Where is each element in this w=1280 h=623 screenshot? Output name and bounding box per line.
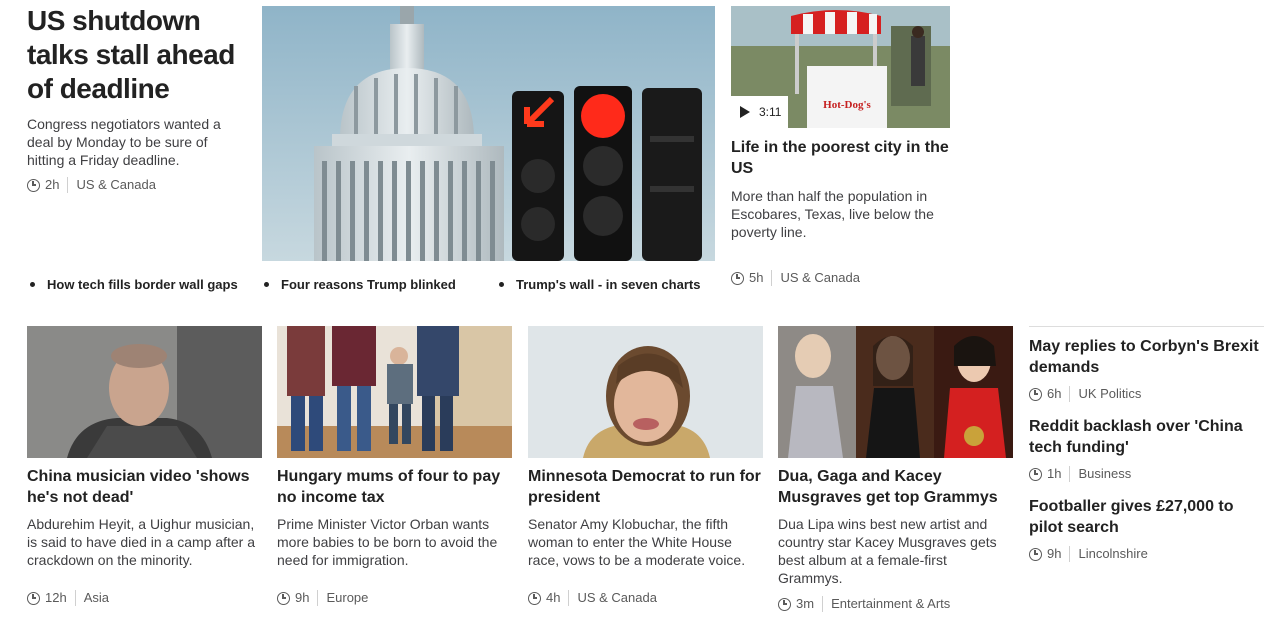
story-headline[interactable]: Minnesota Democrat to run for president	[528, 466, 764, 508]
section-link[interactable]: Entertainment & Arts	[831, 596, 950, 612]
clock-icon	[27, 178, 40, 192]
video-duration-badge[interactable]: 3:11	[731, 96, 788, 128]
related-link-item[interactable]: Four reasons Trump blinked	[264, 277, 456, 292]
video-story-meta: 5h US & Canada	[731, 270, 860, 286]
story-headline[interactable]: China musician video 'shows he's not dea…	[27, 466, 263, 508]
divider	[1069, 466, 1071, 482]
side-story-meta: 1h Business	[1029, 466, 1264, 482]
side-story-headline[interactable]: May replies to Corbyn's Brexit demands	[1029, 336, 1264, 378]
divider	[1069, 546, 1071, 562]
timestamp: 12h	[45, 590, 67, 605]
divider	[74, 590, 76, 606]
story-meta: 12h Asia	[27, 590, 109, 606]
top-story-headline[interactable]: US shutdown talks stall ahead of deadlin…	[27, 4, 252, 106]
clock-icon	[731, 271, 744, 285]
story-card: China musician video 'shows he's not dea…	[27, 326, 263, 606]
clock-icon	[778, 597, 791, 611]
side-story: May replies to Corbyn's Brexit demands 6…	[1029, 336, 1264, 402]
related-link-item[interactable]: Trump's wall - in seven charts	[499, 277, 700, 292]
divider	[568, 590, 570, 606]
story-summary: Dua Lipa wins best new artist and countr…	[778, 516, 997, 586]
story-card: Dua, Gaga and Kacey Musgraves get top Gr…	[778, 326, 1014, 612]
bullet-icon	[499, 282, 504, 287]
divider	[771, 270, 773, 286]
side-story-meta: 6h UK Politics	[1029, 386, 1264, 402]
story-summary: Prime Minister Victor Orban wants more b…	[277, 516, 498, 568]
side-story-meta: 9h Lincolnshire	[1029, 546, 1264, 562]
story-card: Minnesota Democrat to run for president …	[528, 326, 764, 606]
clock-icon	[1029, 387, 1042, 401]
video-story-headline[interactable]: Life in the poorest city in the US	[731, 137, 956, 179]
section-link[interactable]: US & Canada	[577, 590, 657, 606]
family-walking-image[interactable]	[277, 326, 512, 458]
timestamp: 9h	[295, 590, 310, 605]
divider	[67, 177, 69, 193]
clock-icon	[1029, 467, 1042, 481]
timestamp: 5h	[749, 270, 764, 285]
section-link[interactable]: Business	[1078, 466, 1131, 482]
section-link[interactable]: Europe	[326, 590, 368, 606]
story-card: Hungary mums of four to pay no income ta…	[277, 326, 513, 606]
clock-icon	[1029, 547, 1042, 561]
story-meta: 3m Entertainment & Arts	[778, 596, 950, 612]
video-duration: 3:11	[759, 105, 782, 119]
section-link[interactable]: Asia	[84, 590, 109, 606]
side-story-headline[interactable]: Reddit backlash over 'China tech funding…	[1029, 416, 1264, 458]
bullet-icon	[264, 282, 269, 287]
story-meta: 9h Europe	[277, 590, 368, 606]
section-link[interactable]: US & Canada	[780, 270, 860, 286]
timestamp: 6h	[1047, 386, 1062, 401]
clock-icon	[277, 591, 290, 605]
timestamp: 3m	[796, 596, 815, 611]
right-column-stories: May replies to Corbyn's Brexit demands 6…	[1029, 326, 1264, 562]
side-story-headline[interactable]: Footballer gives £27,000 to pilot search	[1029, 496, 1264, 538]
side-story: Footballer gives £27,000 to pilot search…	[1029, 496, 1264, 562]
musician-portrait-image[interactable]	[27, 326, 262, 458]
section-link[interactable]: US & Canada	[76, 177, 156, 193]
related-link[interactable]: How tech fills border wall gaps	[47, 277, 238, 292]
related-link[interactable]: Four reasons Trump blinked	[281, 277, 456, 292]
divider	[1069, 386, 1071, 402]
bullet-icon	[30, 282, 35, 287]
divider	[317, 590, 319, 606]
capitol-traffic-lights-image[interactable]	[262, 6, 715, 261]
clock-icon	[27, 591, 40, 605]
divider	[822, 596, 824, 612]
timestamp: 1h	[1047, 466, 1062, 481]
grammy-winners-image[interactable]	[778, 326, 1013, 458]
section-link[interactable]: Lincolnshire	[1078, 546, 1147, 562]
story-headline[interactable]: Dua, Gaga and Kacey Musgraves get top Gr…	[778, 466, 1014, 508]
timestamp: 2h	[45, 177, 60, 192]
timestamp: 9h	[1047, 546, 1062, 561]
timestamp: 4h	[546, 590, 561, 605]
related-link-item[interactable]: How tech fills border wall gaps	[30, 277, 238, 292]
related-link[interactable]: Trump's wall - in seven charts	[516, 277, 700, 292]
hot-dog-sign: Hot-Dog's	[823, 99, 871, 111]
video-story-summary: More than half the population in Escobar…	[731, 188, 934, 240]
story-summary: Senator Amy Klobuchar, the fifth woman t…	[528, 516, 746, 568]
story-summary: Abdurehim Heyit, a Uighur musician, is s…	[27, 516, 256, 568]
story-headline[interactable]: Hungary mums of four to pay no income ta…	[277, 466, 513, 508]
side-story: Reddit backlash over 'China tech funding…	[1029, 416, 1264, 482]
top-story-summary: Congress negotiators wanted a deal by Mo…	[27, 116, 221, 168]
section-link[interactable]: UK Politics	[1078, 386, 1141, 402]
top-story-meta: 2h US & Canada	[27, 177, 156, 193]
play-icon	[740, 106, 750, 118]
senator-portrait-image[interactable]	[528, 326, 763, 458]
story-meta: 4h US & Canada	[528, 590, 657, 606]
clock-icon	[528, 591, 541, 605]
